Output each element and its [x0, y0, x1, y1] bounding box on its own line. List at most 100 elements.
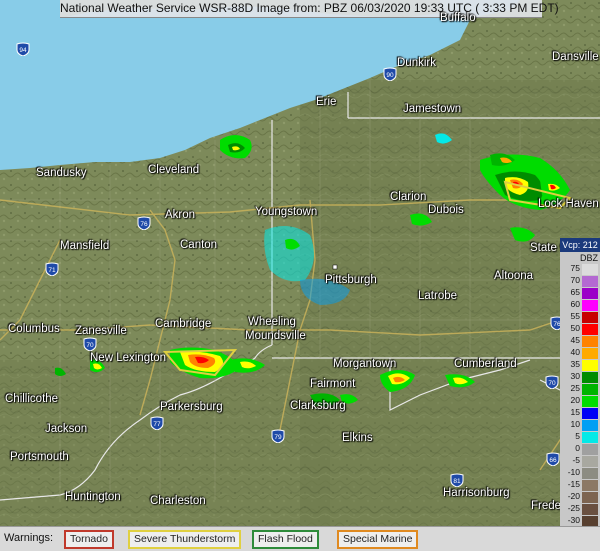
- warning-special-marine: Special Marine: [337, 530, 419, 549]
- radar-site-marker: [332, 264, 338, 270]
- legend-level-label: 60: [570, 299, 580, 309]
- city-label-portsmouth: Portsmouth: [10, 451, 69, 463]
- warnings-label: Warnings:: [4, 532, 54, 544]
- city-label-mansfield: Mansfield: [60, 240, 110, 252]
- city-label-buffalo: Buffalo: [440, 12, 476, 24]
- legend-rows: 75 70 65 60 55 50 45 40 35 30 25 20 15 10 5 0 -5 -10 -15 -2…: [560, 263, 600, 540]
- legend-level-label: 70: [570, 275, 580, 285]
- legend-level-label: 50: [570, 323, 580, 333]
- city-label-moundsville: Moundsville: [245, 330, 306, 342]
- legend-level-swatch: [582, 324, 598, 335]
- city-label-sandusky: Sandusky: [36, 167, 87, 179]
- legend-level-label: 75: [570, 263, 580, 273]
- city-label-huntington: Huntington: [65, 491, 121, 503]
- legend-level-swatch: [582, 420, 598, 431]
- dbz-legend: Vcp: 212 DBZ 75 70 65 60 55 50 45 40 35 30 25 20 15 1…: [560, 238, 600, 540]
- legend-level-label: -10: [567, 467, 580, 477]
- legend-level-swatch: [582, 480, 598, 491]
- svg-text:70: 70: [548, 380, 556, 387]
- warning-tornado: Tornado: [64, 530, 114, 549]
- interstate-shield-icon: 77: [150, 416, 164, 431]
- interstate-shield-icon: 81: [450, 473, 464, 488]
- city-label-dubois: Dubois: [428, 204, 464, 216]
- legend-level-swatch: [582, 300, 598, 311]
- city-label-wheeling: Wheeling: [248, 316, 296, 328]
- svg-text:90: 90: [386, 72, 394, 79]
- city-label-dunkirk: Dunkirk: [397, 57, 436, 69]
- city-label-jamestown: Jamestown: [403, 103, 462, 115]
- city-label-clarksburg: Clarksburg: [290, 400, 346, 412]
- legend-level-label: 5: [575, 431, 580, 441]
- svg-text:66: 66: [549, 457, 557, 464]
- svg-text:94: 94: [19, 47, 27, 54]
- city-label-cumberland: Cumberland: [454, 358, 517, 370]
- city-label-akron: Akron: [165, 209, 196, 221]
- city-label-lock-haven: Lock Haven: [538, 198, 599, 210]
- legend-level-swatch: [582, 264, 598, 275]
- interstate-shield-icon: 71: [45, 262, 59, 277]
- city-label-clarion: Clarion: [390, 191, 427, 203]
- legend-level-label: 35: [570, 359, 580, 369]
- legend-level-label: 45: [570, 335, 580, 345]
- legend-level-label: 10: [570, 419, 580, 429]
- city-label-latrobe: Latrobe: [418, 290, 458, 302]
- legend-level-swatch: [582, 456, 598, 467]
- city-label-columbus: Columbus: [8, 323, 60, 335]
- city-label-canton: Canton: [180, 239, 218, 251]
- legend-level-swatch: [582, 312, 598, 323]
- svg-text:76: 76: [140, 221, 148, 228]
- warning-flash-flood: Flash Flood: [252, 530, 319, 549]
- city-label-charleston: Charleston: [150, 495, 206, 507]
- city-label-cleveland: Cleveland: [148, 164, 200, 176]
- svg-text:79: 79: [274, 434, 282, 441]
- legend-level-swatch: [582, 468, 598, 479]
- legend-level-swatch: [582, 492, 598, 503]
- city-label-zanesville: Zanesville: [75, 325, 127, 337]
- legend-level-swatch: [582, 408, 598, 419]
- svg-text:77: 77: [153, 421, 161, 428]
- legend-level-label: -5: [572, 455, 580, 465]
- city-label-chillicothe: Chillicothe: [5, 393, 59, 405]
- city-label-erie: Erie: [316, 96, 337, 108]
- legend-level-label: 40: [570, 347, 580, 357]
- interstate-shield-icon: 76: [137, 216, 151, 231]
- city-label-jackson: Jackson: [45, 423, 88, 435]
- legend-level-swatch: [582, 372, 598, 383]
- city-label-morgantown: Morgantown: [333, 358, 397, 370]
- city-label-youngstown: Youngstown: [255, 206, 318, 218]
- city-label-harrisonburg: Harrisonburg: [443, 487, 510, 499]
- legend-level-swatch: [582, 288, 598, 299]
- city-label-altoona: Altoona: [494, 270, 534, 282]
- legend-level-swatch: [582, 276, 598, 287]
- svg-text:70: 70: [86, 342, 94, 349]
- interstate-shield-icon: 94: [16, 42, 30, 57]
- city-label-pittsburgh: Pittsburgh: [325, 274, 377, 286]
- svg-text:81: 81: [453, 478, 461, 485]
- legend-level-swatch: [582, 432, 598, 443]
- legend-level-label: -15: [567, 479, 580, 489]
- interstate-shield-icon: 70: [83, 337, 97, 352]
- warnings-footer: Warnings: Tornado Severe Thunderstorm Fl…: [0, 526, 600, 551]
- city-label-danville: Dansville: [552, 51, 599, 63]
- legend-level-label: 25: [570, 383, 580, 393]
- legend-level-label: 0: [575, 443, 580, 453]
- legend-level-swatch: [582, 348, 598, 359]
- interstate-shield-icon: 70: [545, 375, 559, 390]
- legend-level-label: -20: [567, 491, 580, 501]
- interstate-shield-icon: 79: [271, 429, 285, 444]
- legend-level-label: 15: [570, 407, 580, 417]
- city-label-fairmont: Fairmont: [310, 378, 356, 390]
- city-label-cambridge: Cambridge: [155, 318, 212, 330]
- legend-level-label: -30: [567, 515, 580, 525]
- legend-level-swatch: [582, 336, 598, 347]
- interstate-shield-icon: 90: [383, 67, 397, 82]
- svg-text:71: 71: [48, 267, 56, 274]
- legend-level-swatch: [582, 360, 598, 371]
- legend-level-swatch: [582, 396, 598, 407]
- legend-level-swatch: [582, 384, 598, 395]
- city-label-elkins: Elkins: [342, 432, 373, 444]
- legend-title: Vcp: 212: [560, 238, 600, 252]
- legend-level-label: 55: [570, 311, 580, 321]
- legend-level-swatch: [582, 444, 598, 455]
- legend-level-label: -25: [567, 503, 580, 513]
